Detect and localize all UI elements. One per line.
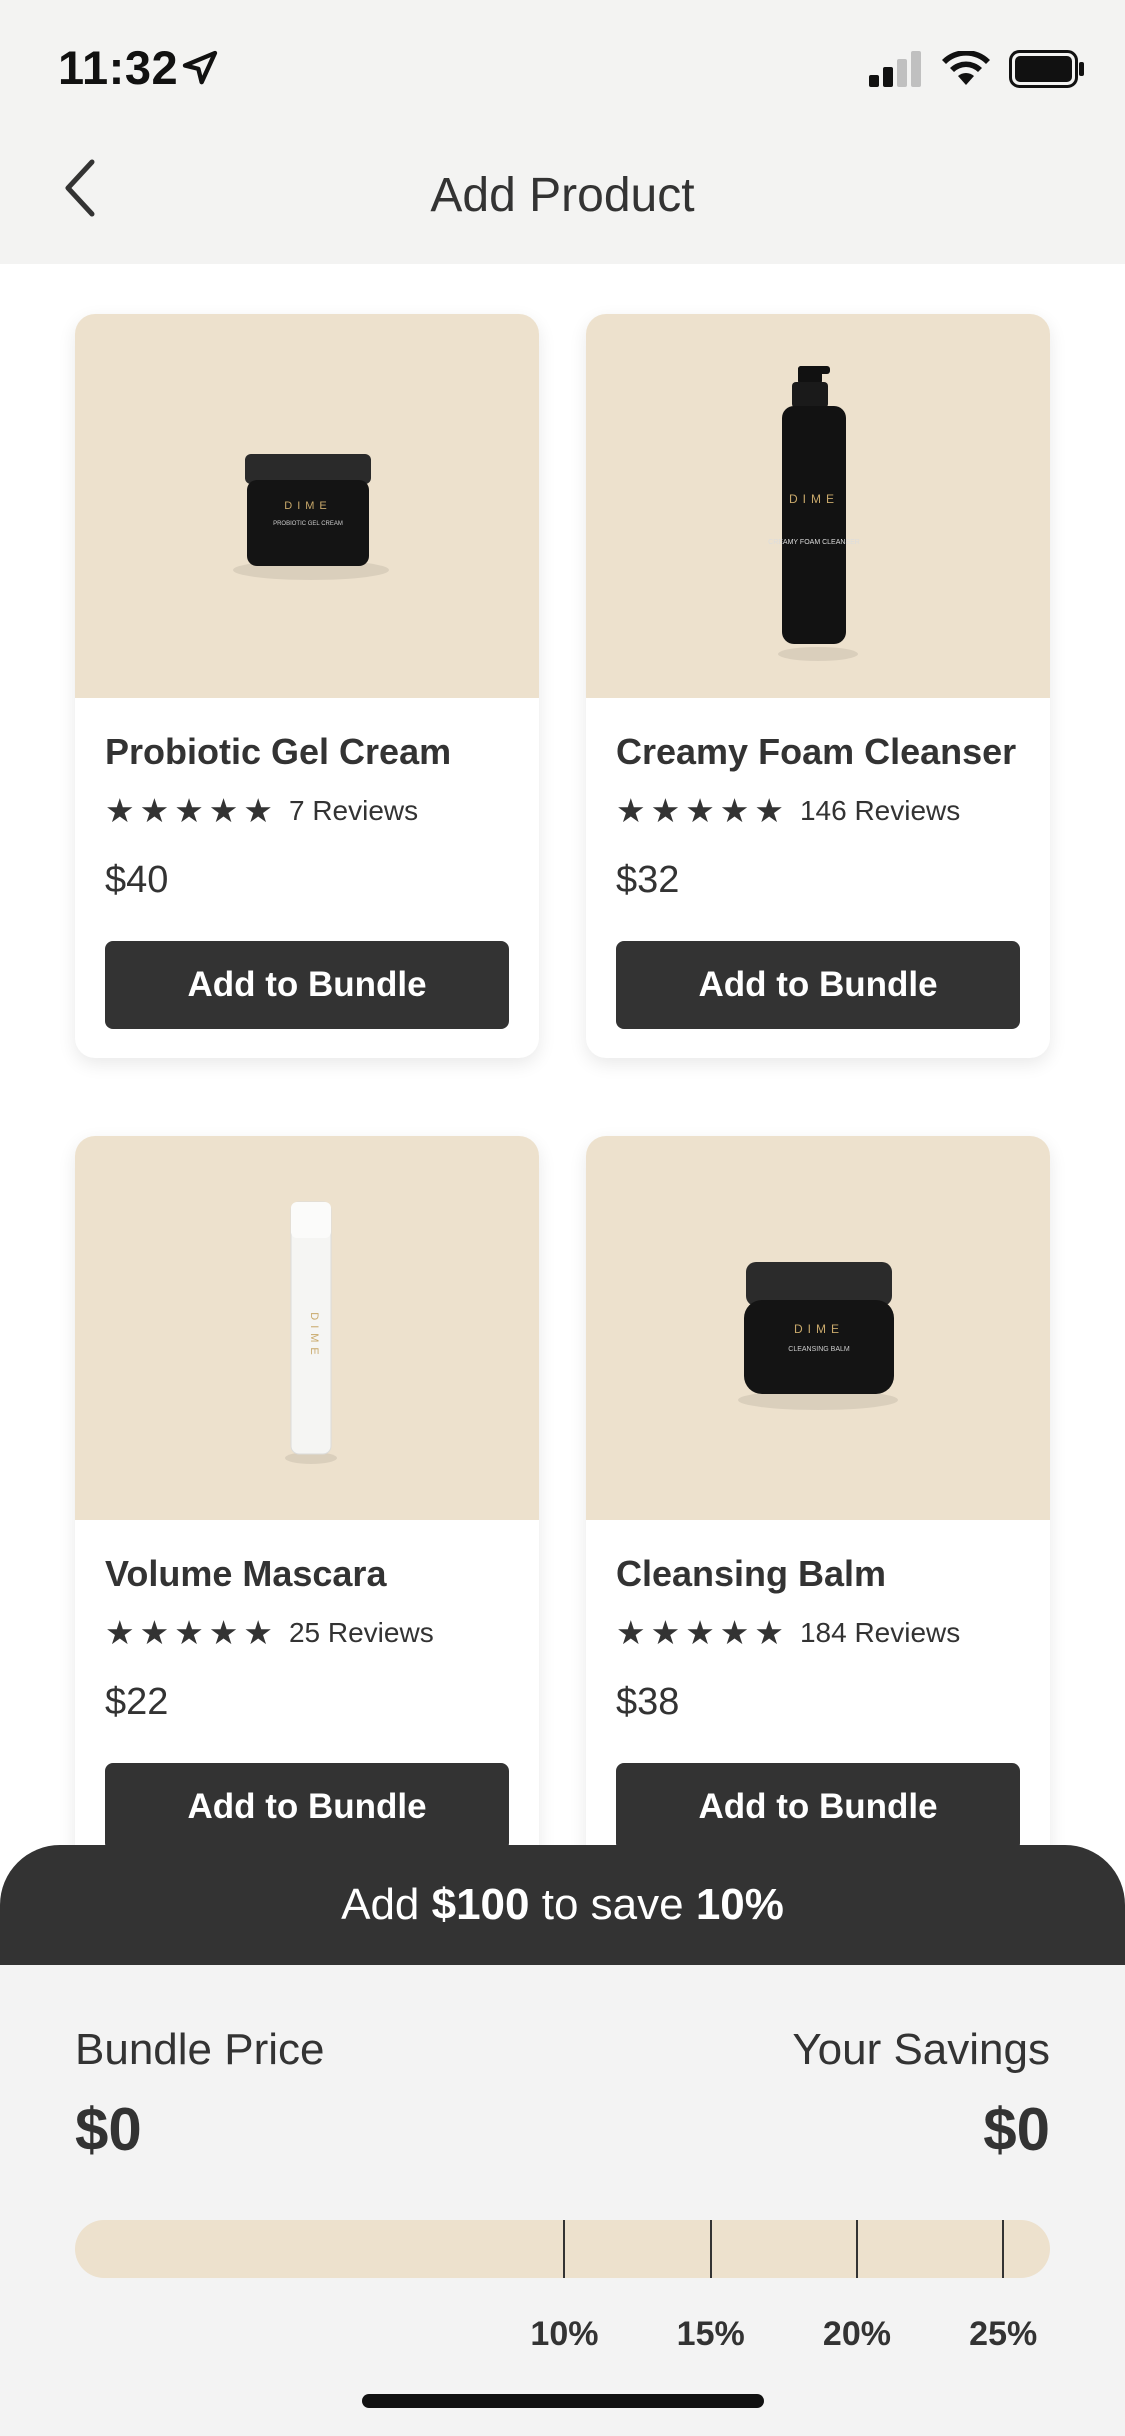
review-count: 7 Reviews — [288, 794, 419, 826]
product-card[interactable]: DIME PROBIOTIC GEL CREAM Probiotic Gel C… — [75, 314, 539, 1058]
home-indicator[interactable] — [362, 2394, 764, 2408]
product-image: DIME — [75, 1136, 539, 1520]
star-rating: ★ ★ ★ ★ ★ — [616, 794, 784, 827]
banner-prefix: Add — [341, 1880, 432, 1929]
product-price: $22 — [105, 1681, 169, 1723]
svg-text:PROBIOTIC GEL CREAM: PROBIOTIC GEL CREAM — [273, 521, 343, 527]
progress-tick — [855, 2220, 858, 2278]
star-rating: ★ ★ ★ ★ ★ — [105, 1616, 273, 1649]
svg-text:DIME: DIME — [789, 492, 839, 506]
savings-value: $0 — [983, 2096, 1050, 2163]
progress-tick-label: 15% — [676, 2315, 745, 2353]
signal-icon — [869, 51, 923, 92]
star-icon: ★ — [174, 1614, 204, 1651]
top-bar: 11:32 Add Product — [0, 0, 1125, 264]
banner-middle: to save — [529, 1880, 696, 1929]
star-icon: ★ — [139, 792, 170, 829]
product-price: $38 — [616, 1681, 680, 1723]
star-icon: ★ — [650, 792, 681, 829]
svg-text:CREAMY FOAM CLEANSER: CREAMY FOAM CLEANSER — [768, 539, 860, 546]
status-icons — [869, 50, 1085, 93]
svg-text:CLEANSING BALM: CLEANSING BALM — [788, 1346, 850, 1353]
star-icon: ★ — [616, 1614, 646, 1651]
banner-percent: 10% — [695, 1880, 784, 1929]
progress-tick-label: 10% — [530, 2315, 599, 2353]
star-icon: ★ — [685, 1614, 715, 1651]
savings-banner: Add $100 to save 10% — [0, 1845, 1125, 1965]
product-name: Volume Mascara — [105, 1553, 387, 1594]
add-to-bundle-button[interactable]: Add to Bundle — [616, 941, 1020, 1029]
product-price: $40 — [105, 859, 169, 901]
star-icon: ★ — [105, 1614, 135, 1651]
product-image: DIME CREAMY FOAM CLEANSER — [586, 314, 1050, 698]
product-image: DIME PROBIOTIC GEL CREAM — [75, 314, 539, 698]
svg-text:DIME: DIME — [794, 1322, 844, 1336]
product-card[interactable]: DIME Volume Mascara ★ ★ ★ ★ ★ 25 Reviews $22… — [75, 1136, 539, 1880]
review-count: 25 Reviews — [288, 1616, 434, 1648]
bundle-price-label: Bundle Price — [75, 2025, 325, 2074]
progress-tick — [1002, 2220, 1005, 2278]
banner-amount: $100 — [431, 1880, 530, 1929]
star-icon: ★ — [105, 792, 135, 829]
page-title: Add Product — [430, 169, 695, 222]
star-icon: ★ — [616, 792, 646, 829]
star-icon: ★ — [243, 1614, 273, 1651]
star-icon: ★ — [754, 1614, 784, 1651]
star-icon: ★ — [650, 1614, 681, 1651]
star-icon: ★ — [719, 792, 750, 829]
product-rating: ★ ★ ★ ★ ★ 146 Reviews — [616, 794, 960, 827]
product-rating: ★ ★ ★ ★ ★ 7 Reviews — [105, 794, 418, 827]
product-card[interactable]: DIME CLEANSING BALM Cleansing Balm ★ ★ ★ ★ ★… — [586, 1136, 1050, 1880]
progress-tick — [563, 2220, 566, 2278]
product-rating: ★ ★ ★ ★ ★ 25 Reviews — [105, 1616, 434, 1649]
bundle-price-value: $0 — [75, 2096, 142, 2163]
star-icon: ★ — [174, 792, 204, 829]
wifi-icon — [941, 50, 991, 92]
location-arrow-icon — [180, 48, 220, 93]
add-to-bundle-button[interactable]: Add to Bundle — [616, 1763, 1020, 1851]
review-count: 184 Reviews — [799, 1616, 961, 1648]
progress-tick — [709, 2220, 712, 2278]
savings-label: Your Savings — [792, 2025, 1050, 2074]
star-icon: ★ — [719, 1614, 750, 1651]
star-icon: ★ — [243, 792, 273, 829]
star-icon: ★ — [685, 792, 715, 829]
bundle-panel: Bundle Price $0 Your Savings $0 10% 15% 20… — [0, 1965, 1125, 2436]
star-icon: ★ — [139, 1614, 170, 1651]
product-name: Creamy Foam Cleanser — [616, 731, 1017, 772]
product-name: Probiotic Gel Cream — [105, 731, 452, 772]
review-count: 146 Reviews — [799, 794, 961, 826]
add-to-bundle-button[interactable]: Add to Bundle — [105, 941, 509, 1029]
star-icon: ★ — [754, 792, 784, 829]
star-rating: ★ ★ ★ ★ ★ — [105, 794, 273, 827]
star-icon: ★ — [208, 1614, 239, 1651]
product-price: $32 — [616, 859, 680, 901]
svg-text:DIME: DIME — [308, 1312, 320, 1360]
star-rating: ★ ★ ★ ★ ★ — [616, 1616, 784, 1649]
product-rating: ★ ★ ★ ★ ★ 184 Reviews — [616, 1616, 960, 1649]
progress-tick-label: 20% — [822, 2315, 891, 2353]
battery-icon — [1009, 50, 1085, 93]
status-time: 11:32 — [58, 41, 179, 94]
progress-tick-label: 25% — [969, 2315, 1038, 2353]
product-image: DIME CLEANSING BALM — [586, 1136, 1050, 1520]
product-card[interactable]: DIME CREAMY FOAM CLEANSER Creamy Foam Cl… — [586, 314, 1050, 1058]
add-to-bundle-button[interactable]: Add to Bundle — [105, 1763, 509, 1851]
svg-text:DIME: DIME — [284, 500, 332, 512]
product-name: Cleansing Balm — [616, 1553, 887, 1594]
star-icon: ★ — [208, 792, 239, 829]
